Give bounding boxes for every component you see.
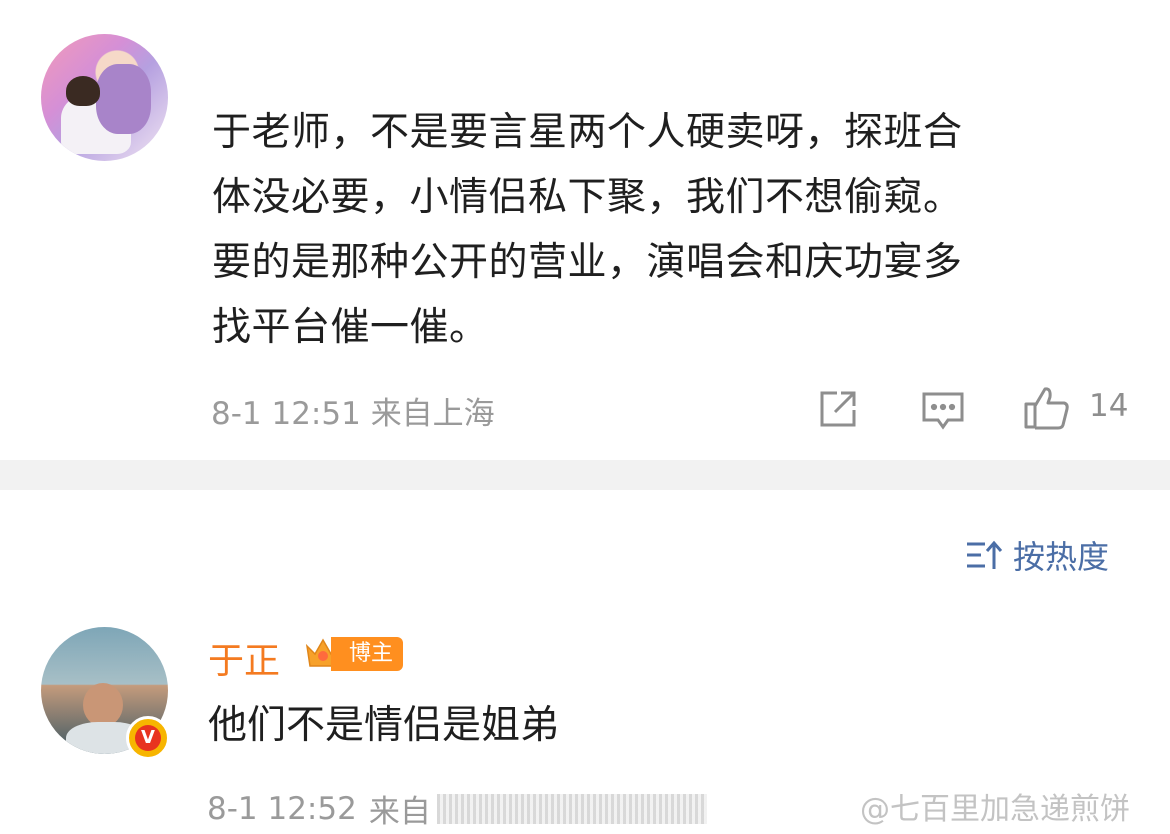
comment-date: 8-1 12:51	[211, 396, 361, 432]
like-count: 14	[1089, 388, 1129, 424]
comment-line: 体没必要，小情侣私下聚，我们不想偷窥。	[212, 175, 963, 220]
comment-line: 要的是那种公开的营业，演唱会和庆功宴多	[212, 240, 963, 285]
verified-mark: V	[135, 725, 161, 751]
sort-button[interactable]: 按热度	[965, 535, 1110, 576]
comment-card: 于老师，不是要言星两个人硬卖呀，探班合 体没必要，小情侣私下聚，我们不想偷窥。 …	[0, 0, 1170, 460]
sort-label: 按热度	[1013, 538, 1110, 576]
reply-username[interactable]: 于正	[208, 632, 280, 684]
reply-text: 他们不是情侣是姐弟	[208, 703, 560, 748]
user-avatar[interactable]	[41, 34, 168, 161]
redacted-overlay	[436, 793, 707, 824]
sort-icon	[967, 540, 1003, 569]
comment-meta: 8-1 12:51 来自上海	[211, 388, 495, 433]
reply-date: 8-1 12:52	[207, 790, 357, 827]
reply-location: 来自	[368, 794, 431, 830]
verified-badge: V	[126, 716, 170, 760]
blogger-badge: 博主	[303, 634, 404, 674]
comment-line: 找平台催一催。	[212, 305, 489, 350]
comment-text: 于老师，不是要言星两个人硬卖呀，探班合 体没必要，小情侣私下聚，我们不想偷窥。 …	[212, 100, 1112, 360]
blogger-label: 博主	[331, 637, 404, 671]
comment-location: 来自上海	[370, 396, 495, 432]
watermark: @七百里加急递煎饼	[860, 792, 1130, 827]
section-divider	[0, 460, 1170, 490]
share-icon[interactable]	[817, 388, 859, 434]
reply-meta: 8-1 12:52 来自	[207, 786, 707, 831]
thumbs-up-icon[interactable]	[1023, 385, 1071, 435]
comment-icon[interactable]	[921, 390, 965, 436]
comment-line: 于老师，不是要言星两个人硬卖呀，探班合	[212, 110, 963, 155]
